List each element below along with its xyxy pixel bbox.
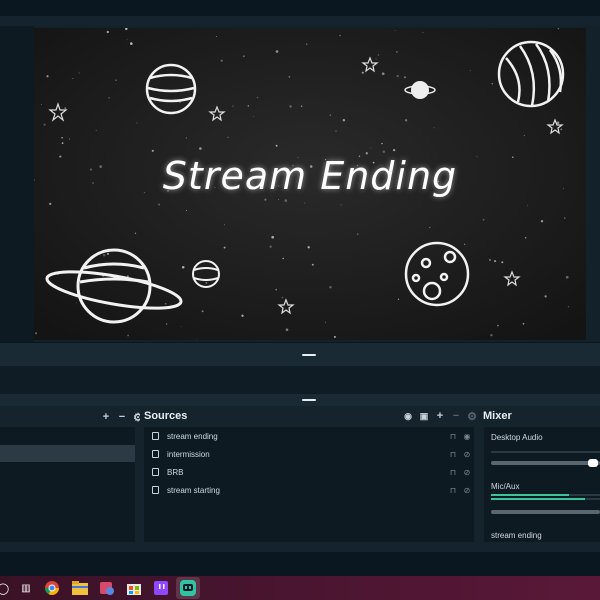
resize-handle[interactable] — [302, 399, 316, 401]
scene-item-selected[interactable] — [0, 445, 135, 462]
scenes-list — [0, 427, 135, 542]
status-bar — [0, 552, 600, 576]
mixer-channels: Desktop Audio Mic/Aux stream ending — [484, 427, 600, 542]
taskbar: ◯ ▥ — [0, 576, 600, 600]
preview-resize-bar[interactable] — [0, 342, 600, 366]
lock-icon[interactable]: ⊓ — [446, 486, 460, 495]
window-top-bar-secondary — [0, 16, 600, 26]
file-icon — [152, 450, 159, 458]
scenes-dock: + − ⚙ — [0, 406, 143, 544]
sources-list: stream ending ⊓ ◉ intermission ⊓ ⊘ BRB ⊓… — [144, 427, 474, 542]
eye-hidden-icon[interactable]: ⊘ — [460, 450, 474, 459]
dock-resize-bar[interactable] — [0, 394, 600, 406]
volume-slider[interactable] — [491, 461, 600, 465]
channel-label: Desktop Audio — [491, 433, 543, 442]
channel-label: stream ending — [491, 531, 542, 540]
task-view-icon[interactable]: ▥ — [17, 579, 35, 597]
app-icon[interactable] — [98, 579, 116, 597]
eye-icon[interactable]: ◉ — [460, 432, 474, 441]
store-icon[interactable] — [125, 579, 143, 597]
window-top-bar — [0, 0, 600, 16]
scene-preview-canvas[interactable]: Stream Ending — [34, 28, 586, 340]
sources-dock: Sources ◉ ▣ + − ⚙ stream ending ⊓ ◉ inte… — [140, 406, 478, 544]
volume-slider[interactable] — [491, 510, 600, 514]
broadcast-icon[interactable]: ◉ — [402, 410, 414, 422]
file-icon — [152, 432, 159, 440]
audio-meter-level — [491, 498, 585, 500]
lock-icon[interactable]: ⊓ — [446, 432, 460, 441]
source-item[interactable]: intermission ⊓ ⊘ — [144, 445, 474, 463]
spacer-bar — [0, 366, 600, 394]
preview-left-panel — [0, 26, 34, 342]
mixer-title: Mixer — [483, 410, 512, 422]
scene-title-text: Stream Ending — [162, 154, 458, 198]
volume-slider-thumb[interactable] — [588, 459, 598, 467]
file-icon — [152, 486, 159, 494]
resize-handle[interactable] — [302, 354, 316, 356]
sources-title: Sources — [144, 410, 188, 422]
folder-icon[interactable]: ▣ — [418, 410, 430, 422]
chrome-icon[interactable] — [43, 579, 61, 597]
streamlabs-icon[interactable] — [176, 577, 200, 599]
add-scene-icon[interactable]: + — [100, 411, 112, 423]
lock-icon[interactable]: ⊓ — [446, 450, 460, 459]
windows-icon[interactable]: ◯ — [0, 579, 12, 597]
twitch-icon[interactable] — [152, 579, 170, 597]
lock-icon[interactable]: ⊓ — [446, 468, 460, 477]
eye-hidden-icon[interactable]: ⊘ — [460, 486, 474, 495]
file-icon — [152, 468, 159, 476]
controls-strip — [0, 544, 600, 552]
sources-toolbar: ◉ ▣ + − ⚙ — [398, 407, 478, 425]
audio-meter — [491, 451, 600, 453]
remove-scene-icon[interactable]: − — [116, 411, 128, 423]
source-item[interactable]: stream ending ⊓ ◉ — [144, 427, 474, 445]
gear-icon[interactable]: ⚙ — [466, 410, 478, 423]
remove-source-icon[interactable]: − — [450, 410, 462, 422]
file-explorer-icon[interactable] — [71, 579, 89, 597]
audio-meter-level — [491, 494, 569, 496]
eye-hidden-icon[interactable]: ⊘ — [460, 468, 474, 477]
channel-label: Mic/Aux — [491, 482, 520, 491]
add-source-icon[interactable]: + — [434, 410, 446, 422]
source-item[interactable]: stream starting ⊓ ⊘ — [144, 481, 474, 499]
source-item[interactable]: BRB ⊓ ⊘ — [144, 463, 474, 481]
mixer-dock: Mixer Desktop Audio Mic/Aux stream endin… — [478, 406, 600, 544]
scenes-toolbar: + − ⚙ — [96, 408, 144, 426]
